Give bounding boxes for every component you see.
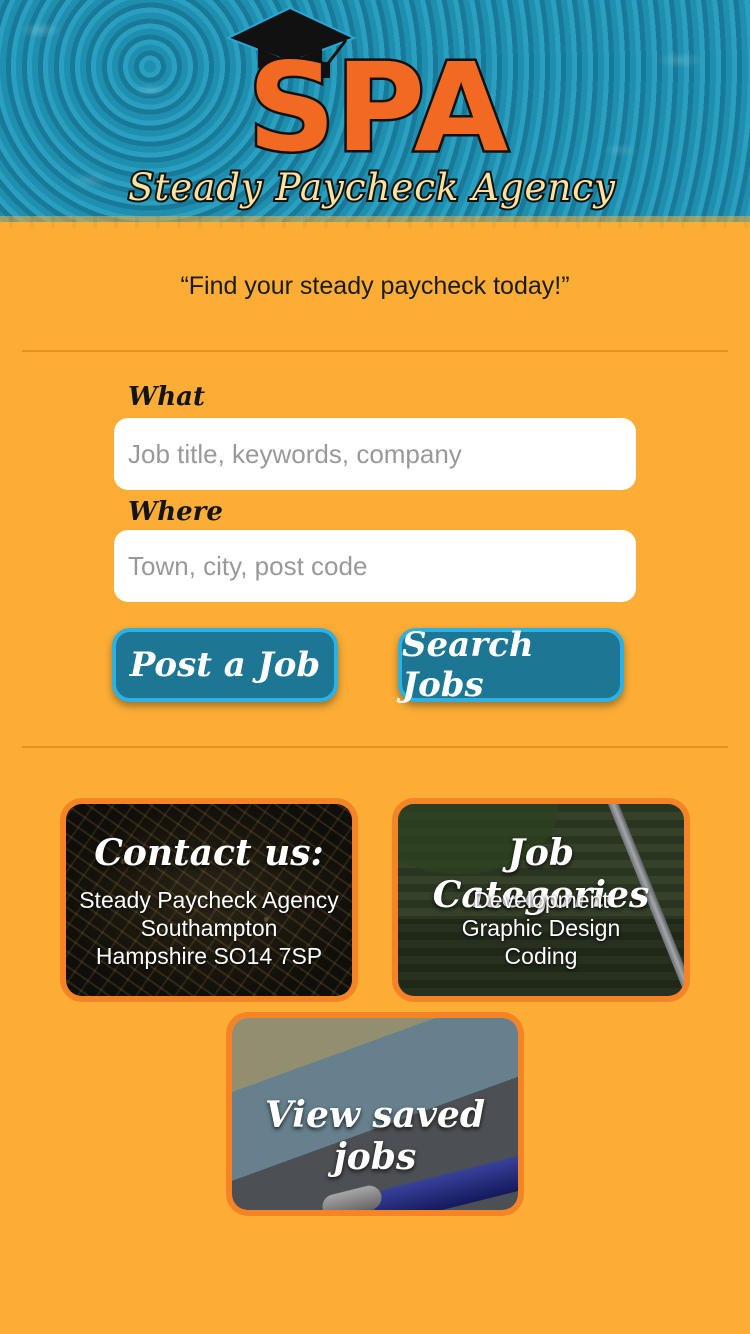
where-label: Where: [128, 497, 223, 527]
category-development: Development: [473, 887, 609, 913]
search-jobs-button[interactable]: Search Jobs: [398, 625, 624, 705]
what-label: What: [128, 382, 205, 412]
saved-jobs-card[interactable]: View saved jobs: [226, 1012, 524, 1216]
job-categories-card[interactable]: Job Categories Development Graphic Desig…: [392, 798, 690, 1002]
divider-bottom: [22, 746, 728, 748]
what-input[interactable]: [114, 418, 636, 490]
contact-line-2: Southampton: [140, 915, 278, 941]
search-jobs-button-label: Search Jobs: [402, 625, 534, 705]
where-input[interactable]: [114, 530, 636, 602]
logo-title: SPA: [248, 37, 509, 179]
contact-line-3: Hampshire SO14 7SP: [95, 943, 323, 969]
contact-card-title: Contact us:: [94, 832, 324, 874]
category-graphic-design: Graphic Design: [461, 915, 621, 941]
post-job-button[interactable]: Post a Job: [112, 628, 338, 702]
post-job-button-label: Post a Job: [129, 645, 321, 685]
tagline: “Find your steady paycheck today!”: [180, 272, 570, 300]
saved-jobs-card-title: View saved jobs: [265, 1094, 485, 1178]
contact-line-1: Steady Paycheck Agency: [79, 887, 339, 913]
logo-subtitle: Steady Paycheck Agency: [128, 166, 616, 209]
spa-logo[interactable]: SPA Steady Paycheck Agency: [120, 0, 630, 222]
category-coding: Coding: [504, 943, 578, 969]
contact-card[interactable]: Contact us: Steady Paycheck Agency South…: [60, 798, 358, 1002]
header-banner: SPA Steady Paycheck Agency: [0, 0, 750, 228]
divider-top: [22, 350, 728, 352]
